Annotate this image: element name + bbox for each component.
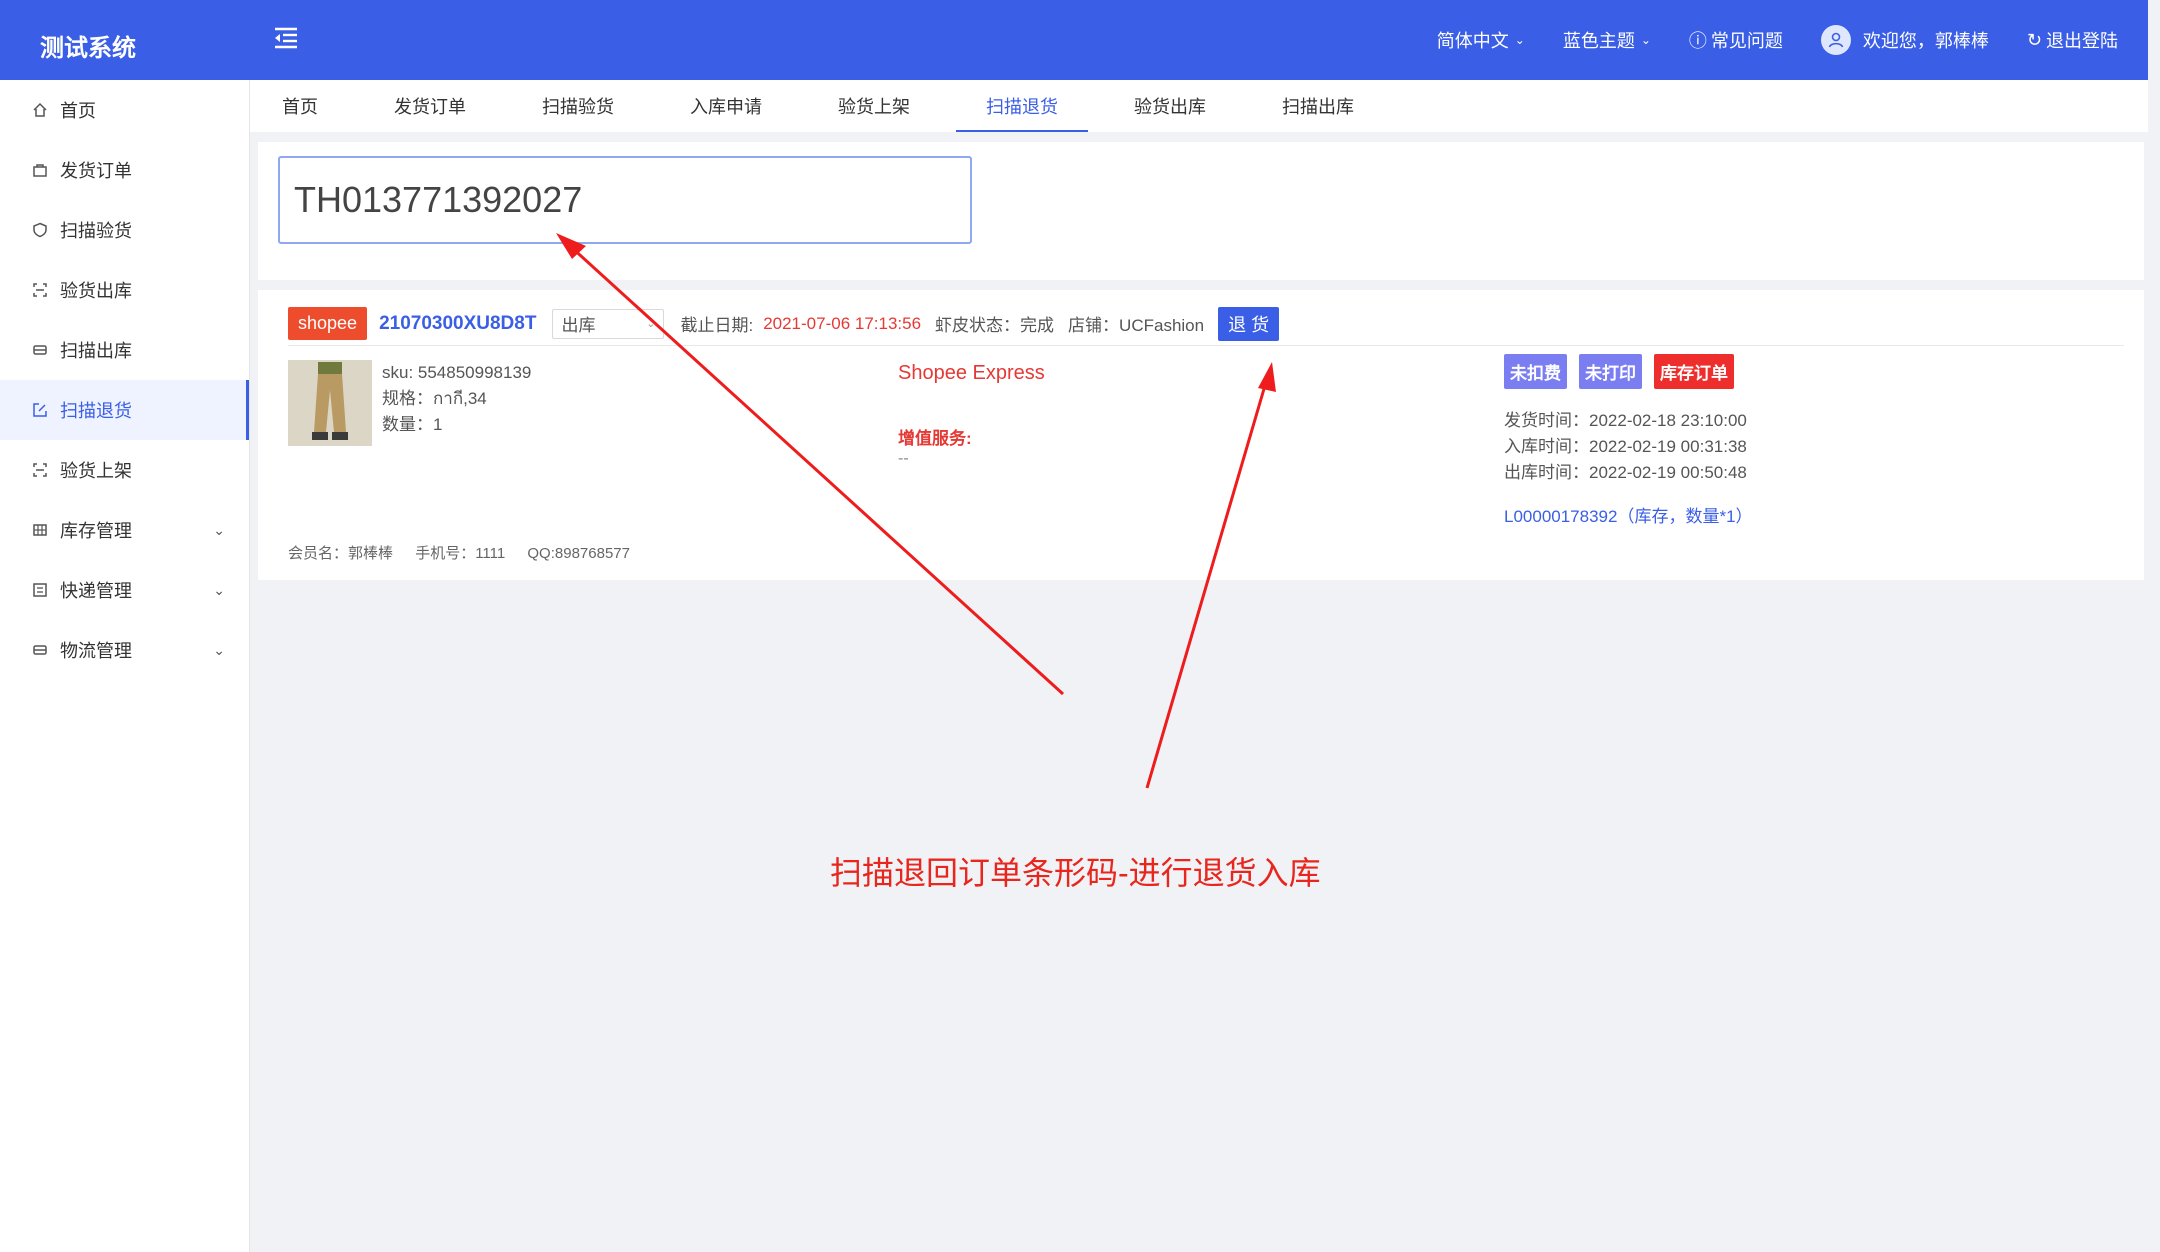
value-added-value: -- xyxy=(898,450,909,467)
sidebar: 首页 发货订单 扫描验货 验货出库 扫描出库 扫描退货 验货上架 库存管理 ⌄ 快… xyxy=(0,80,250,1252)
product-info: sku: 554850998139 规格：กากี,34 数量：1 xyxy=(382,360,531,438)
help-icon: ⓘ xyxy=(1688,31,1707,51)
logout-button[interactable]: ↻ 退出登陆 xyxy=(2027,27,2118,53)
chevron-down-icon: ⌄ xyxy=(1514,33,1525,47)
member-name: 会员名：郭棒棒 xyxy=(288,545,394,562)
sidebar-item-courier[interactable]: 快递管理 ⌄ xyxy=(0,560,249,620)
tab-scan-return[interactable]: 扫描退货 xyxy=(956,80,1088,132)
scan-icon xyxy=(30,280,50,300)
sidebar-item-label: 扫描退货 xyxy=(60,401,132,421)
sidebar-item-scan-inspect[interactable]: 扫描验货 xyxy=(0,200,249,260)
logout-icon: ↻ xyxy=(2026,29,2042,50)
menu-collapse-icon[interactable] xyxy=(272,24,300,52)
user-menu[interactable]: 欢迎您，郭棒棒 xyxy=(1820,25,1989,55)
sidebar-item-logistics[interactable]: 物流管理 ⌄ xyxy=(0,620,249,680)
status-badge-unbilled: 未扣费 xyxy=(1504,354,1567,389)
deadline-label: 截止日期: xyxy=(680,316,754,335)
member-phone: 手机号：1111 xyxy=(415,545,506,562)
order-card: shopee 21070300XU8D8T 出库 ⌄ 截止日期: 2021-07-… xyxy=(258,290,2144,580)
chevron-down-icon: ⌄ xyxy=(646,318,656,330)
sidebar-item-scan-return[interactable]: 扫描退货 xyxy=(0,380,249,440)
inbound-time: 入库时间：2022-02-19 00:31:38 xyxy=(1504,437,1747,456)
sku-text: sku: 554850998139 xyxy=(382,363,532,382)
shopee-status: 虾皮状态：完成 xyxy=(935,316,1055,335)
deadline-value: 2021-07-06 17:13:56 xyxy=(763,313,922,333)
sidebar-item-label: 快递管理 xyxy=(60,581,132,601)
product-image xyxy=(288,360,372,446)
language-label: 简体中文 xyxy=(1436,31,1509,51)
sidebar-item-inspect-shelve[interactable]: 验货上架 xyxy=(0,440,249,500)
sidebar-item-label: 库存管理 xyxy=(60,521,132,541)
sidebar-item-home[interactable]: 首页 xyxy=(0,80,249,140)
list-icon xyxy=(30,580,50,600)
sidebar-item-shipping-orders[interactable]: 发货订单 xyxy=(0,140,249,200)
order-number-link[interactable]: 21070300XU8D8T xyxy=(379,313,536,335)
tab-inspect-out[interactable]: 验货出库 xyxy=(1132,80,1208,132)
platform-badge: shopee xyxy=(288,307,368,340)
return-icon xyxy=(30,400,50,420)
member-info: 会员名：郭棒棒 手机号：1111 QQ:898768577 xyxy=(288,542,648,563)
theme-label: 蓝色主题 xyxy=(1562,31,1635,51)
status-badge-unprinted: 未打印 xyxy=(1579,354,1642,389)
theme-dropdown[interactable]: 蓝色主题 ⌄ xyxy=(1563,27,1651,53)
home-icon xyxy=(30,100,50,120)
status-select[interactable]: 出库 ⌄ xyxy=(552,308,665,339)
tab-bar: 首页 发货订单 扫描验货 入库申请 验货上架 扫描退货 验货出库 扫描出库 xyxy=(250,80,2148,132)
tab-scan-inspect[interactable]: 扫描验货 xyxy=(540,80,616,132)
value-added-label: 增值服务: xyxy=(898,429,972,448)
sidebar-item-label: 首页 xyxy=(60,101,96,121)
barcode-scan-input[interactable] xyxy=(278,156,972,244)
avatar xyxy=(1820,25,1851,55)
tab-inbound-request[interactable]: 入库申请 xyxy=(688,80,764,132)
app-logo: 测试系统 xyxy=(40,35,136,62)
tab-shipping-orders[interactable]: 发货订单 xyxy=(392,80,468,132)
chevron-down-icon: ⌄ xyxy=(213,642,225,658)
sidebar-item-label: 验货出库 xyxy=(60,281,132,301)
chevron-down-icon: ⌄ xyxy=(213,582,225,598)
sidebar-item-label: 验货上架 xyxy=(60,461,132,481)
sidebar-item-label: 发货订单 xyxy=(60,161,132,181)
sidebar-item-label: 物流管理 xyxy=(60,641,132,661)
quantity-text: 数量：1 xyxy=(382,415,443,434)
spec-text: 规格：กากี,34 xyxy=(382,389,487,408)
language-dropdown[interactable]: 简体中文 ⌄ xyxy=(1437,27,1525,53)
chevron-down-icon: ⌄ xyxy=(213,522,225,538)
tab-home[interactable]: 首页 xyxy=(280,80,320,132)
return-button[interactable]: 退 货 xyxy=(1218,306,1280,341)
faq-label: 常见问题 xyxy=(1710,31,1783,51)
tab-scan-out[interactable]: 扫描出库 xyxy=(1280,80,1356,132)
truck-icon xyxy=(30,640,50,660)
order-header: shopee 21070300XU8D8T 出库 ⌄ 截止日期: 2021-07-… xyxy=(288,302,2124,346)
scan-icon xyxy=(30,460,50,480)
annotation-text: 扫描退回订单条形码-进行退货入库 xyxy=(830,855,1321,891)
bag-icon xyxy=(30,160,50,180)
sidebar-item-inspect-out[interactable]: 验货出库 xyxy=(0,260,249,320)
sidebar-item-label: 扫描验货 xyxy=(60,221,132,241)
member-qq: QQ:898768577 xyxy=(527,545,630,562)
status-badges: 未扣费 未打印 库存订单 xyxy=(1504,354,1746,389)
chevron-down-icon: ⌄ xyxy=(1640,33,1651,47)
top-header: 测试系统 简体中文 ⌄ 蓝色主题 ⌄ ⓘ 常见问题 欢迎您，郭棒棒 ↻ 退出登陆 xyxy=(0,0,2148,80)
shield-icon xyxy=(30,220,50,240)
ship-time: 发货时间：2022-02-18 23:10:00 xyxy=(1504,411,1747,430)
welcome-text: 欢迎您，郭棒棒 xyxy=(1862,31,1989,51)
scan-card xyxy=(258,142,2144,280)
order-times: 发货时间：2022-02-18 23:10:00 入库时间：2022-02-19… xyxy=(1504,408,1747,486)
outbound-time: 出库时间：2022-02-19 00:50:48 xyxy=(1504,463,1747,482)
faq-link[interactable]: ⓘ 常见问题 xyxy=(1689,27,1783,53)
stock-link[interactable]: L00000178392（库存，数量*1） xyxy=(1504,502,1753,527)
sidebar-item-label: 扫描出库 xyxy=(60,341,132,361)
status-select-value: 出库 xyxy=(561,316,596,335)
logout-label: 退出登陆 xyxy=(2046,31,2118,51)
sidebar-item-scan-out[interactable]: 扫描出库 xyxy=(0,320,249,380)
status-badge-stock-order: 库存订单 xyxy=(1654,354,1734,389)
grid-icon xyxy=(30,520,50,540)
truck-icon xyxy=(30,340,50,360)
shipping-method: Shopee Express xyxy=(898,362,1045,384)
sidebar-item-inventory[interactable]: 库存管理 ⌄ xyxy=(0,500,249,560)
tab-inspect-shelve[interactable]: 验货上架 xyxy=(836,80,912,132)
shop-name: 店铺：UCFashion xyxy=(1068,316,1205,335)
